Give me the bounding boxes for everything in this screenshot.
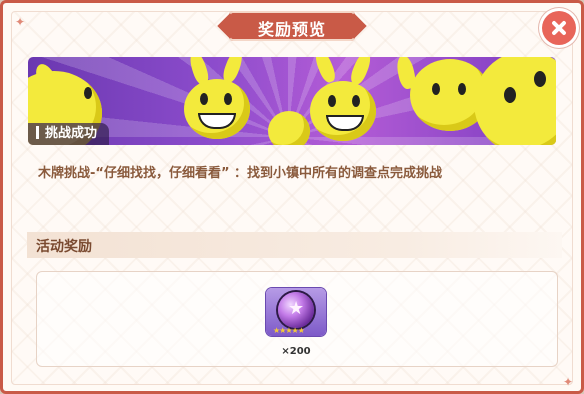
- corner-star-icon: ✦: [15, 15, 26, 29]
- bunny-eye: [432, 83, 440, 95]
- bunny-character: [474, 57, 556, 145]
- title-banner: 奖励预览: [229, 11, 355, 41]
- challenge-banner: 挑战成功: [28, 57, 556, 145]
- star-icon: ★: [288, 298, 305, 319]
- bunny-eye: [200, 93, 208, 105]
- close-button[interactable]: [542, 11, 576, 45]
- purple-orb-icon: ★: [278, 292, 314, 328]
- bunny-eye: [352, 95, 360, 107]
- bunny-character: [268, 111, 310, 145]
- rewards-section-title: 活动奖励: [36, 239, 92, 255]
- challenge-description: 木牌挑战-“仔细找找，仔细看看” ：找到小镇中所有的调查点完成挑战: [38, 166, 443, 181]
- bunny-eye: [84, 87, 92, 99]
- reward-quantity: ×200: [281, 346, 311, 357]
- challenge-success-tag: 挑战成功: [28, 123, 110, 145]
- bunny-character: [310, 81, 376, 141]
- bunny-eye: [328, 95, 336, 107]
- challenge-success-label: 挑战成功: [45, 126, 98, 141]
- bunny-eye: [224, 93, 232, 105]
- corner-star-icon: ✦: [563, 375, 574, 389]
- rarity-stars: ★★★★★: [273, 326, 305, 335]
- bunny-eye: [458, 83, 466, 95]
- tag-bar: [36, 126, 39, 139]
- rewards-section-header: 活动奖励: [27, 232, 562, 258]
- bunny-eye: [504, 87, 516, 103]
- bunny-character: [184, 79, 250, 139]
- reward-item[interactable]: ★ ★★★★★: [266, 288, 326, 336]
- dialog-title: 奖励预览: [257, 20, 326, 39]
- bunny-eye: [534, 71, 546, 87]
